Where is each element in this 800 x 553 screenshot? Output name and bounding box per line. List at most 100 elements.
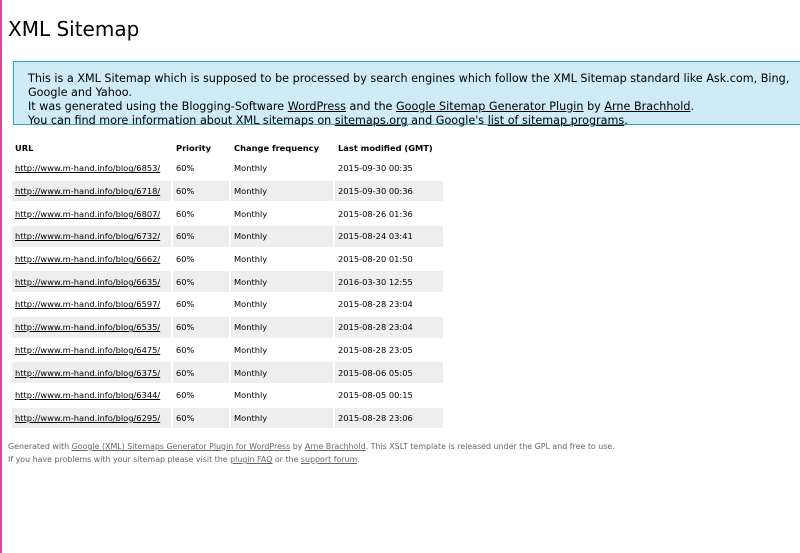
cell-last-modified: 2015-08-06 05:05 bbox=[335, 362, 443, 383]
intro-text: . bbox=[690, 100, 695, 113]
wordpress-link[interactable]: WordPress bbox=[288, 100, 346, 113]
cell-change-frequency: Monthly bbox=[231, 362, 333, 383]
column-header-last-modified: Last modified (GMT) bbox=[338, 142, 433, 153]
footer-text: . bbox=[357, 455, 360, 464]
cell-url: http://www.m-hand.info/blog/6344/ bbox=[12, 384, 171, 406]
table-row: http://www.m-hand.info/blog/6375/60% Mont… bbox=[12, 362, 443, 383]
cell-change-frequency: Monthly bbox=[231, 384, 333, 406]
intro-line-2: It was generated using the Blogging-Soft… bbox=[28, 100, 800, 114]
footer-author-link[interactable]: Arne Brachhold bbox=[305, 442, 366, 451]
intro-text: It was generated using the Blogging-Soft… bbox=[28, 100, 288, 113]
table-row: http://www.m-hand.info/blog/6662/60% Mont… bbox=[12, 248, 443, 270]
cell-last-modified: 2015-08-05 00:15 bbox=[335, 384, 443, 406]
cell-last-modified: 2015-08-28 23:06 bbox=[335, 407, 443, 429]
sitemaps-org-link[interactable]: sitemaps.org bbox=[335, 114, 408, 127]
table-row: http://www.m-hand.info/blog/6807/60% Mont… bbox=[12, 203, 443, 225]
page-left-border bbox=[0, 0, 2, 553]
generator-plugin-link[interactable]: Google (XML) Sitemaps Generator Plugin f… bbox=[72, 442, 291, 451]
cell-url: http://www.m-hand.info/blog/6853/ bbox=[12, 158, 171, 179]
footer-line-2: If you have problems with your sitemap p… bbox=[8, 453, 615, 466]
cell-change-frequency: Monthly bbox=[231, 294, 333, 315]
cell-priority: 60% bbox=[173, 407, 229, 429]
cell-priority: 60% bbox=[173, 384, 229, 406]
cell-change-frequency: Monthly bbox=[231, 271, 333, 293]
intro-text: This is a XML Sitemap which is supposed … bbox=[28, 72, 790, 99]
table-row: http://www.m-hand.info/blog/6718/60% Mont… bbox=[12, 180, 443, 202]
intro-text: . bbox=[624, 114, 628, 127]
sitemap-url-link[interactable]: http://www.m-hand.info/blog/6853/ bbox=[15, 163, 160, 173]
footer-text: or the bbox=[272, 455, 301, 464]
sitemap-url-link[interactable]: http://www.m-hand.info/blog/6662/ bbox=[15, 254, 160, 264]
cell-priority: 60% bbox=[173, 180, 229, 202]
sitemap-url-link[interactable]: http://www.m-hand.info/blog/6635/ bbox=[15, 277, 160, 287]
cell-change-frequency: Monthly bbox=[231, 158, 333, 179]
cell-priority: 60% bbox=[173, 339, 229, 361]
cell-last-modified: 2015-08-28 23:05 bbox=[335, 339, 443, 361]
cell-priority: 60% bbox=[173, 226, 229, 247]
footer: Generated with Google (XML) Sitemaps Gen… bbox=[8, 440, 615, 466]
plugin-faq-link[interactable]: plugin FAQ bbox=[230, 455, 272, 464]
cell-last-modified: 2015-08-28 23:04 bbox=[335, 294, 443, 315]
cell-priority: 60% bbox=[173, 203, 229, 225]
cell-priority: 60% bbox=[173, 248, 229, 270]
sitemap-url-link[interactable]: http://www.m-hand.info/blog/6732/ bbox=[15, 231, 160, 241]
footer-text: by bbox=[290, 442, 305, 451]
author-link[interactable]: Arne Brachhold bbox=[604, 100, 690, 113]
support-forum-link[interactable]: support forum bbox=[301, 455, 357, 464]
cell-last-modified: 2015-08-28 23:04 bbox=[335, 316, 443, 338]
intro-box: This is a XML Sitemap which is supposed … bbox=[13, 61, 800, 128]
cell-url: http://www.m-hand.info/blog/6635/ bbox=[12, 271, 171, 293]
cell-url: http://www.m-hand.info/blog/6295/ bbox=[12, 407, 171, 429]
cell-last-modified: 2015-08-26 01:36 bbox=[335, 203, 443, 225]
sitemap-url-link[interactable]: http://www.m-hand.info/blog/6718/ bbox=[15, 186, 160, 196]
table-row: http://www.m-hand.info/blog/6597/60% Mont… bbox=[12, 294, 443, 315]
sitemap-url-link[interactable]: http://www.m-hand.info/blog/6597/ bbox=[15, 299, 160, 309]
sitemap-table: URL Priority Change frequency Last modif… bbox=[10, 137, 445, 430]
cell-change-frequency: Monthly bbox=[231, 407, 333, 429]
sitemap-url-link[interactable]: http://www.m-hand.info/blog/6295/ bbox=[15, 413, 160, 423]
intro-text: You can find more information about XML … bbox=[28, 114, 335, 127]
cell-last-modified: 2015-09-30 00:35 bbox=[335, 158, 443, 179]
table-row: http://www.m-hand.info/blog/6535/60% Mont… bbox=[12, 316, 443, 338]
cell-url: http://www.m-hand.info/blog/6375/ bbox=[12, 362, 171, 383]
cell-priority: 60% bbox=[173, 316, 229, 338]
column-header-url: URL bbox=[15, 142, 34, 153]
footer-line-1: Generated with Google (XML) Sitemaps Gen… bbox=[8, 440, 615, 453]
sitemap-url-link[interactable]: http://www.m-hand.info/blog/6535/ bbox=[15, 322, 160, 332]
intro-line-3: You can find more information about XML … bbox=[28, 114, 800, 128]
sitemap-programs-link[interactable]: list of sitemap programs bbox=[488, 114, 625, 127]
intro-line-1: This is a XML Sitemap which is supposed … bbox=[28, 72, 800, 100]
page-title: XML Sitemap bbox=[8, 17, 140, 41]
cell-change-frequency: Monthly bbox=[231, 180, 333, 202]
cell-change-frequency: Monthly bbox=[231, 248, 333, 270]
cell-change-frequency: Monthly bbox=[231, 316, 333, 338]
sitemap-url-link[interactable]: http://www.m-hand.info/blog/6807/ bbox=[15, 209, 160, 219]
cell-priority: 60% bbox=[173, 158, 229, 179]
cell-url: http://www.m-hand.info/blog/6732/ bbox=[12, 226, 171, 247]
cell-last-modified: 2016-03-30 12:55 bbox=[335, 271, 443, 293]
table-row: http://www.m-hand.info/blog/6344/60% Mont… bbox=[12, 384, 443, 406]
cell-url: http://www.m-hand.info/blog/6662/ bbox=[12, 248, 171, 270]
table-row: http://www.m-hand.info/blog/6475/60% Mont… bbox=[12, 339, 443, 361]
footer-text: . This XSLT template is released under t… bbox=[365, 442, 615, 451]
cell-change-frequency: Monthly bbox=[231, 203, 333, 225]
sitemap-url-link[interactable]: http://www.m-hand.info/blog/6375/ bbox=[15, 368, 160, 378]
cell-last-modified: 2015-08-20 01:50 bbox=[335, 248, 443, 270]
cell-url: http://www.m-hand.info/blog/6597/ bbox=[12, 294, 171, 315]
table-body: http://www.m-hand.info/blog/6853/60% Mont… bbox=[12, 158, 443, 429]
sitemap-generator-plugin-link[interactable]: Google Sitemap Generator Plugin bbox=[396, 100, 584, 113]
cell-url: http://www.m-hand.info/blog/6475/ bbox=[12, 339, 171, 361]
intro-text: and the bbox=[345, 100, 396, 113]
table-row: http://www.m-hand.info/blog/6853/60% Mont… bbox=[12, 158, 443, 179]
table-header-row: URL Priority Change frequency Last modif… bbox=[12, 139, 443, 156]
cell-change-frequency: Monthly bbox=[231, 339, 333, 361]
cell-priority: 60% bbox=[173, 294, 229, 315]
table-row: http://www.m-hand.info/blog/6732/60% Mont… bbox=[12, 226, 443, 247]
table-row: http://www.m-hand.info/blog/6295/60% Mont… bbox=[12, 407, 443, 429]
cell-change-frequency: Monthly bbox=[231, 226, 333, 247]
column-header-priority: Priority bbox=[176, 142, 212, 153]
sitemap-url-link[interactable]: http://www.m-hand.info/blog/6344/ bbox=[15, 390, 160, 400]
cell-last-modified: 2015-09-30 00:36 bbox=[335, 180, 443, 202]
sitemap-url-link[interactable]: http://www.m-hand.info/blog/6475/ bbox=[15, 345, 160, 355]
cell-url: http://www.m-hand.info/blog/6807/ bbox=[12, 203, 171, 225]
